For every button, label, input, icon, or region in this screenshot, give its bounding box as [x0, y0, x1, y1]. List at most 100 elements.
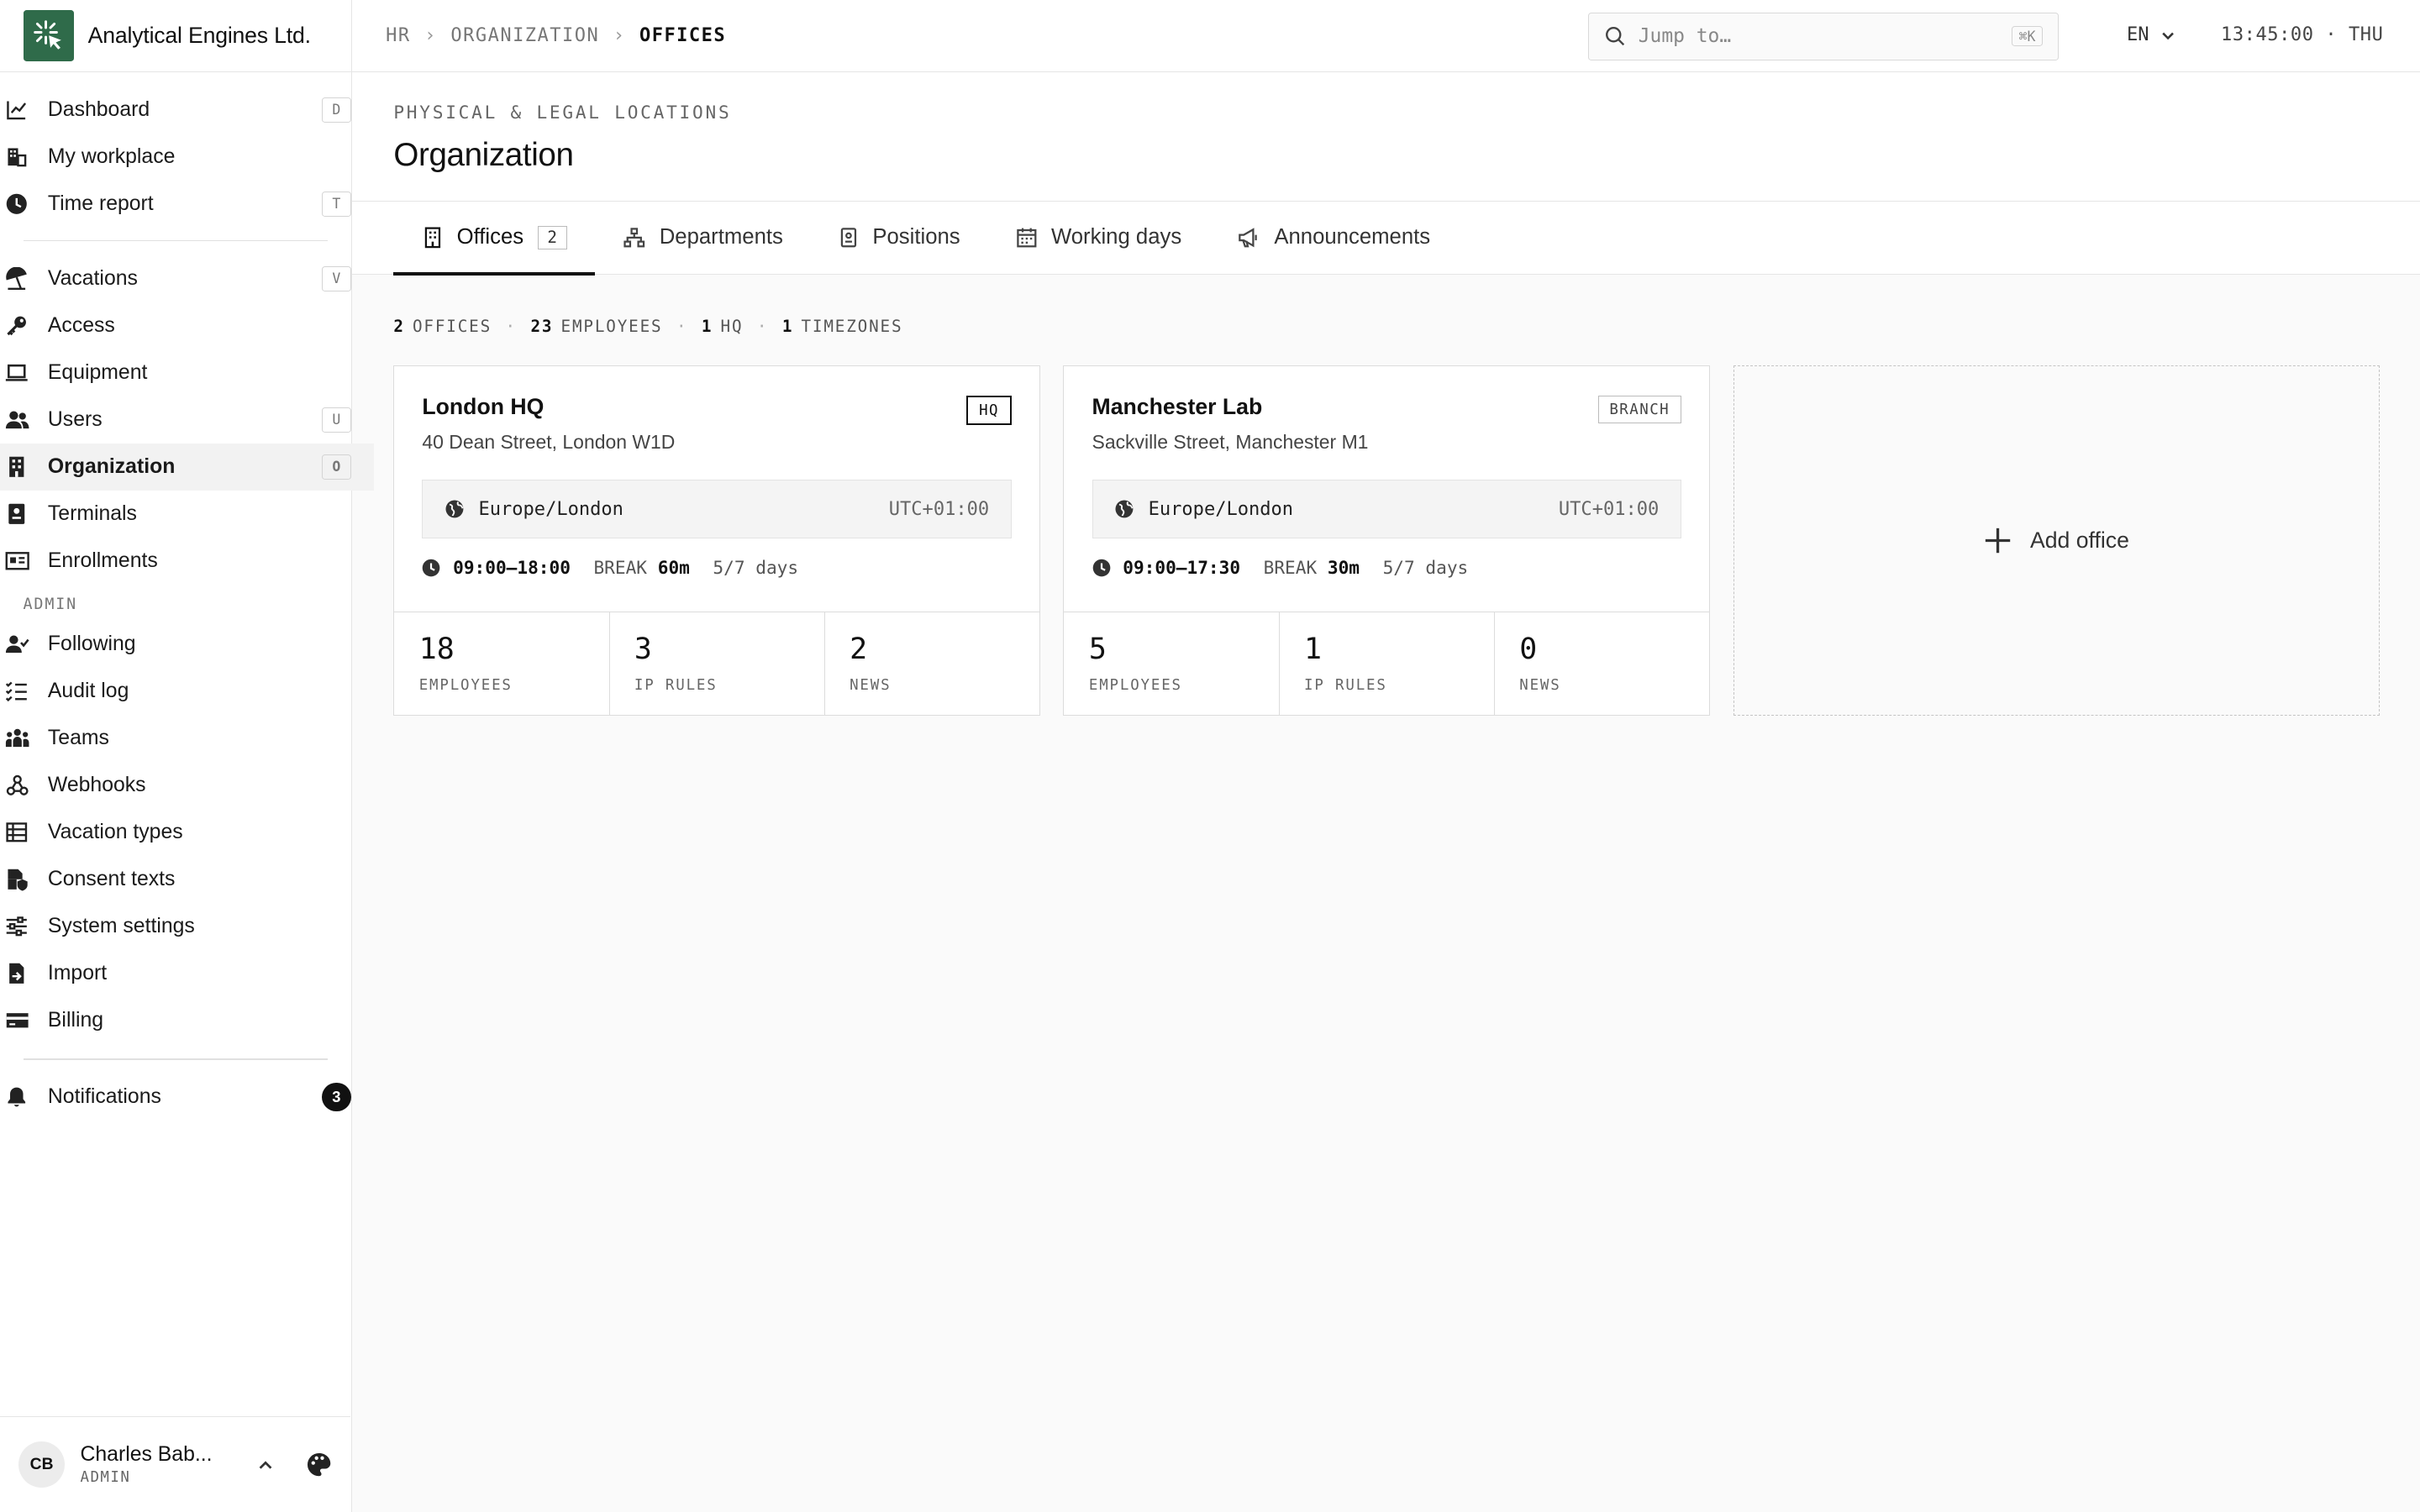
stat-ip-rules[interactable]: 1 IP RULES	[1280, 612, 1495, 716]
calendar-icon	[1016, 227, 1038, 249]
breadcrumb-separator: ›	[424, 25, 437, 47]
page-eyebrow: PHYSICAL & LEGAL LOCATIONS	[393, 102, 732, 123]
sidebar-item-teams[interactable]: Teams	[0, 715, 374, 762]
office-type-badge: HQ	[966, 396, 1012, 426]
clock-icon	[422, 559, 440, 577]
umbrella-icon	[5, 266, 29, 291]
offices-summary: 2 OFFICES · 23 EMPLOYEES · 1 HQ · 1 TIMEZONE…	[393, 316, 903, 336]
brand-logo-icon	[23, 10, 75, 61]
search-placeholder: Jump to…	[1638, 25, 1732, 48]
sidebar-item-organization[interactable]: Organization O	[0, 443, 375, 491]
sidebar-item-import[interactable]: Import	[0, 950, 374, 997]
clock: 13:45:00 · THU	[2221, 24, 2384, 46]
sidebar-item-dashboard[interactable]: Dashboard D	[0, 87, 374, 134]
breadcrumb-item-hr[interactable]: HR	[386, 25, 410, 46]
globe-icon	[445, 499, 465, 519]
sidebar-item-vacation-types[interactable]: Vacation types	[0, 809, 374, 856]
brand-name: Analytical Engines Ltd.	[87, 23, 311, 49]
notifications-count-badge: 3	[321, 1082, 351, 1112]
office-card-manchester-lab[interactable]: Manchester Lab Sackville Street, Manches…	[1063, 365, 1711, 717]
sidebar-divider	[23, 1058, 329, 1060]
palette-icon[interactable]	[306, 1452, 332, 1478]
office-name: London HQ	[422, 394, 544, 420]
tab-offices-count: 2	[537, 225, 567, 250]
page-title: Organization	[393, 136, 574, 173]
sidebar-item-terminals[interactable]: Terminals	[0, 491, 374, 538]
brand[interactable]: Analytical Engines Ltd.	[0, 0, 351, 73]
search-input[interactable]: Jump to… ⌘K	[1587, 12, 2060, 60]
sliders-icon	[5, 914, 29, 938]
stat-news[interactable]: 0 NEWS	[1495, 612, 1709, 715]
avatar: CB	[18, 1441, 66, 1488]
office-type-badge: BRANCH	[1597, 396, 1681, 424]
office-hours: 09:00–18:00 BREAK 60m 5/7 days	[422, 557, 1011, 578]
clock-icon	[5, 192, 29, 216]
tab-offices[interactable]: Offices 2	[393, 202, 596, 276]
stat-employees[interactable]: 18 EMPLOYEES	[394, 612, 610, 716]
breadcrumb-item-offices: OFFICES	[639, 25, 727, 47]
breadcrumb-separator: ›	[613, 25, 626, 47]
user-role: ADMIN	[80, 1469, 131, 1487]
globe-icon	[1114, 499, 1134, 519]
building-icon	[5, 454, 29, 479]
language-select[interactable]: EN	[2127, 24, 2177, 45]
sidebar-item-following[interactable]: Following	[0, 621, 374, 668]
sidebar-item-access[interactable]: Access	[0, 302, 374, 349]
laptop-icon	[5, 360, 29, 385]
stat-news[interactable]: 2 NEWS	[825, 612, 1039, 715]
stat-employees[interactable]: 5 EMPLOYEES	[1064, 612, 1280, 716]
office-name: Manchester Lab	[1092, 394, 1263, 420]
chevron-down-icon	[2160, 27, 2176, 44]
terminal-icon	[5, 501, 29, 526]
megaphone-icon	[1237, 227, 1260, 249]
tab-departments[interactable]: Departments	[595, 202, 811, 274]
sidebar-item-vacations[interactable]: Vacations V	[0, 255, 374, 302]
user-check-icon	[5, 632, 29, 656]
sidebar-item-webhooks[interactable]: Webhooks	[0, 762, 374, 809]
id-card-icon	[5, 549, 29, 573]
search-icon	[1604, 25, 1626, 47]
workplace-icon	[5, 144, 29, 169]
sidebar-item-equipment[interactable]: Equipment	[0, 349, 374, 396]
breadcrumb-item-organization[interactable]: ORGANIZATION	[450, 25, 599, 46]
chevron-up-icon[interactable]	[256, 1456, 275, 1474]
bell-icon	[5, 1084, 29, 1109]
sidebar: Analytical Engines Ltd. Dashboard D My w…	[0, 0, 375, 1512]
user-menu[interactable]: CB Charles Bab... ADMIN	[0, 1416, 350, 1512]
chart-line-icon	[5, 97, 29, 122]
sidebar-item-time-report[interactable]: Time report T	[0, 181, 374, 228]
list-check-icon	[5, 679, 29, 703]
breadcrumb: HR › ORGANIZATION › OFFICES	[386, 25, 726, 46]
sidebar-item-billing[interactable]: Billing	[0, 997, 374, 1044]
sidebar-item-consent-texts[interactable]: Consent texts	[0, 856, 374, 903]
tab-working-days[interactable]: Working days	[988, 202, 1210, 274]
top-bar: HR › ORGANIZATION › OFFICES Jump to… ⌘K …	[351, 0, 2420, 73]
user-name: Charles Bab...	[80, 1442, 213, 1466]
users-icon	[5, 407, 29, 432]
plus-icon	[1984, 527, 2012, 554]
sidebar-section-admin: ADMIN	[23, 595, 77, 613]
document-shield-icon	[5, 867, 29, 891]
page-header: PHYSICAL & LEGAL LOCATIONS Organization	[351, 72, 2420, 201]
add-office-label: Add office	[2029, 528, 2129, 554]
stat-ip-rules[interactable]: 3 IP RULES	[610, 612, 825, 716]
add-office-button[interactable]: Add office	[1733, 365, 2381, 717]
office-card-london-hq[interactable]: London HQ 40 Dean Street, London W1D HQ …	[393, 365, 1040, 717]
webhook-icon	[5, 773, 29, 797]
sidebar-item-my-workplace[interactable]: My workplace	[0, 134, 374, 181]
sidebar-item-system-settings[interactable]: System settings	[0, 903, 374, 950]
tab-announcements[interactable]: Announcements	[1209, 202, 1458, 274]
office-timezone: Europe/London UTC+01:00	[1092, 480, 1681, 539]
sidebar-item-users[interactable]: Users U	[0, 396, 374, 444]
tab-bar: Offices 2 Departments Positions Working …	[351, 200, 2420, 276]
credit-card-icon	[5, 1008, 29, 1032]
office-stats: 18 EMPLOYEES 3 IP RULES 2 NEWS	[394, 612, 1039, 716]
office-address: 40 Dean Street, London W1D	[422, 431, 676, 454]
office-hours: 09:00–17:30 BREAK 30m 5/7 days	[1092, 557, 1681, 578]
sidebar-item-enrollments[interactable]: Enrollments	[0, 538, 374, 585]
sidebar-item-notifications[interactable]: Notifications 3	[0, 1074, 374, 1121]
sidebar-item-audit-log[interactable]: Audit log	[0, 668, 374, 715]
sidebar-divider	[23, 239, 329, 242]
tab-positions[interactable]: Positions	[811, 202, 988, 274]
office-stats: 5 EMPLOYEES 1 IP RULES 0 NEWS	[1064, 612, 1710, 716]
